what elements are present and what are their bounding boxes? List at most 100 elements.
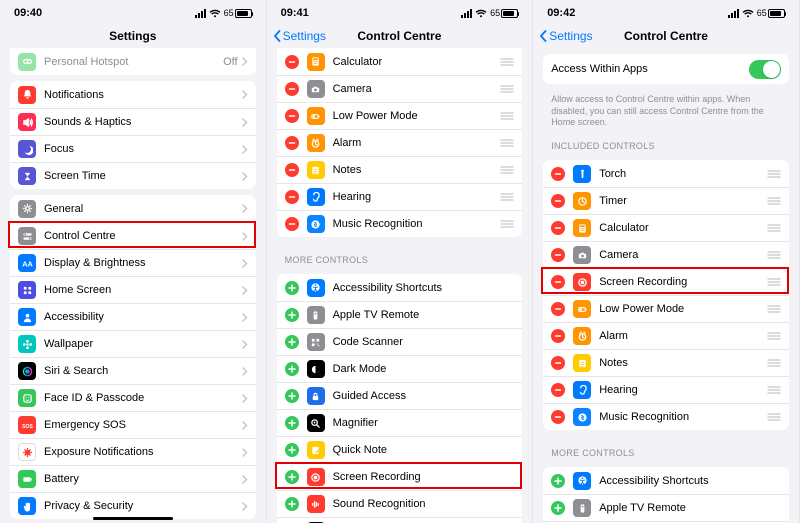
row-magnifier[interactable]: Magnifier bbox=[277, 409, 523, 436]
drag-handle-icon[interactable] bbox=[767, 277, 781, 287]
add-button[interactable] bbox=[551, 474, 565, 488]
row-alarm[interactable]: Alarm bbox=[543, 322, 789, 349]
back-button[interactable]: Settings bbox=[539, 24, 592, 48]
back-button[interactable]: Settings bbox=[273, 24, 326, 48]
row-wallpaper[interactable]: Wallpaper bbox=[10, 330, 256, 357]
row-home-screen[interactable]: Home Screen bbox=[10, 276, 256, 303]
row-code-scanner[interactable]: Code Scanner bbox=[277, 328, 523, 355]
remove-button[interactable] bbox=[551, 329, 565, 343]
drag-handle-icon[interactable] bbox=[767, 169, 781, 179]
drag-handle-icon[interactable] bbox=[767, 358, 781, 368]
remove-button[interactable] bbox=[551, 356, 565, 370]
row-screen-recording[interactable]: Screen Recording bbox=[277, 463, 523, 490]
remove-button[interactable] bbox=[551, 275, 565, 289]
row-dark-mode[interactable]: Dark Mode bbox=[277, 355, 523, 382]
row-personal-hotspot[interactable]: Personal Hotspot Off bbox=[10, 48, 256, 75]
row-label: Alarm bbox=[599, 330, 767, 342]
row-notes[interactable]: Notes bbox=[277, 156, 523, 183]
row-notes[interactable]: Notes bbox=[543, 349, 789, 376]
drag-handle-icon[interactable] bbox=[767, 331, 781, 341]
row-control-centre[interactable]: Control Centre bbox=[10, 222, 256, 249]
drag-handle-icon[interactable] bbox=[767, 223, 781, 233]
remove-button[interactable] bbox=[285, 217, 299, 231]
drag-handle-icon[interactable] bbox=[767, 250, 781, 260]
row-display-brightness[interactable]: AA Display & Brightness bbox=[10, 249, 256, 276]
row-face-id-passcode[interactable]: Face ID & Passcode bbox=[10, 384, 256, 411]
row-low-power-mode[interactable]: Low Power Mode bbox=[277, 102, 523, 129]
row-exposure-notifications[interactable]: Exposure Notifications bbox=[10, 438, 256, 465]
row-quick-note[interactable]: Quick Note bbox=[277, 436, 523, 463]
remove-button[interactable] bbox=[285, 82, 299, 96]
add-button[interactable] bbox=[285, 470, 299, 484]
row-focus[interactable]: Focus bbox=[10, 135, 256, 162]
row-calculator[interactable]: Calculator bbox=[277, 48, 523, 75]
settings-scroll[interactable]: Personal Hotspot Off Notifications Sound… bbox=[0, 48, 266, 523]
remove-button[interactable] bbox=[285, 136, 299, 150]
row-music-recognition[interactable]: Music Recognition bbox=[277, 210, 523, 237]
remove-button[interactable] bbox=[551, 248, 565, 262]
row-stopwatch[interactable]: Stopwatch bbox=[277, 517, 523, 523]
row-music-recognition[interactable]: Music Recognition bbox=[543, 403, 789, 430]
drag-handle-icon[interactable] bbox=[500, 165, 514, 175]
add-button[interactable] bbox=[285, 281, 299, 295]
row-camera[interactable]: Camera bbox=[543, 241, 789, 268]
drag-handle-icon[interactable] bbox=[500, 192, 514, 202]
row-privacy-security[interactable]: Privacy & Security bbox=[10, 492, 256, 519]
add-button[interactable] bbox=[551, 501, 565, 515]
remove-button[interactable] bbox=[551, 302, 565, 316]
remove-button[interactable] bbox=[551, 194, 565, 208]
row-notifications[interactable]: Notifications bbox=[10, 81, 256, 108]
add-button[interactable] bbox=[285, 362, 299, 376]
row-access-within-apps[interactable]: Access Within Apps bbox=[543, 54, 789, 84]
remove-button[interactable] bbox=[285, 109, 299, 123]
add-button[interactable] bbox=[285, 497, 299, 511]
row-accessibility-shortcuts[interactable]: Accessibility Shortcuts bbox=[277, 274, 523, 301]
cc-scroll[interactable]: Access Within Apps Allow access to Contr… bbox=[533, 48, 799, 523]
row-battery[interactable]: Battery bbox=[10, 465, 256, 492]
remove-button[interactable] bbox=[551, 221, 565, 235]
row-sound-recognition[interactable]: Sound Recognition bbox=[277, 490, 523, 517]
drag-handle-icon[interactable] bbox=[767, 385, 781, 395]
row-apple-tv-remote[interactable]: Apple TV Remote bbox=[543, 494, 789, 521]
row-hearing[interactable]: Hearing bbox=[277, 183, 523, 210]
row-low-power-mode[interactable]: Low Power Mode bbox=[543, 295, 789, 322]
row-calculator[interactable]: Calculator bbox=[543, 214, 789, 241]
add-button[interactable] bbox=[285, 443, 299, 457]
toggle-access-within-apps[interactable] bbox=[749, 60, 781, 79]
row-emergency-sos[interactable]: SOS Emergency SOS bbox=[10, 411, 256, 438]
drag-handle-icon[interactable] bbox=[767, 196, 781, 206]
row-hearing[interactable]: Hearing bbox=[543, 376, 789, 403]
cc-scroll[interactable]: Calculator Camera Low Power Mode Alarm N… bbox=[267, 48, 533, 523]
drag-handle-icon[interactable] bbox=[500, 138, 514, 148]
row-accessibility[interactable]: Accessibility bbox=[10, 303, 256, 330]
drag-handle-icon[interactable] bbox=[767, 412, 781, 422]
row-torch[interactable]: Torch bbox=[543, 160, 789, 187]
remove-button[interactable] bbox=[551, 167, 565, 181]
row-sounds-haptics[interactable]: Sounds & Haptics bbox=[10, 108, 256, 135]
add-button[interactable] bbox=[285, 335, 299, 349]
drag-handle-icon[interactable] bbox=[500, 84, 514, 94]
row-siri-search[interactable]: Siri & Search bbox=[10, 357, 256, 384]
row-timer[interactable]: Timer bbox=[543, 187, 789, 214]
drag-handle-icon[interactable] bbox=[500, 111, 514, 121]
add-button[interactable] bbox=[285, 389, 299, 403]
row-alarm[interactable]: Alarm bbox=[277, 129, 523, 156]
row-camera[interactable]: Camera bbox=[277, 75, 523, 102]
remove-button[interactable] bbox=[285, 163, 299, 177]
remove-button[interactable] bbox=[551, 410, 565, 424]
row-screen-time[interactable]: Screen Time bbox=[10, 162, 256, 189]
row-guided-access[interactable]: Guided Access bbox=[277, 382, 523, 409]
row-screen-recording[interactable]: Screen Recording bbox=[543, 268, 789, 295]
remove-button[interactable] bbox=[551, 383, 565, 397]
svg-text:AA: AA bbox=[22, 259, 33, 268]
row-apple-tv-remote[interactable]: Apple TV Remote bbox=[277, 301, 523, 328]
remove-button[interactable] bbox=[285, 190, 299, 204]
row-accessibility-shortcuts[interactable]: Accessibility Shortcuts bbox=[543, 467, 789, 494]
add-button[interactable] bbox=[285, 416, 299, 430]
drag-handle-icon[interactable] bbox=[500, 57, 514, 67]
row-general[interactable]: General bbox=[10, 195, 256, 222]
add-button[interactable] bbox=[285, 308, 299, 322]
drag-handle-icon[interactable] bbox=[767, 304, 781, 314]
remove-button[interactable] bbox=[285, 55, 299, 69]
drag-handle-icon[interactable] bbox=[500, 219, 514, 229]
